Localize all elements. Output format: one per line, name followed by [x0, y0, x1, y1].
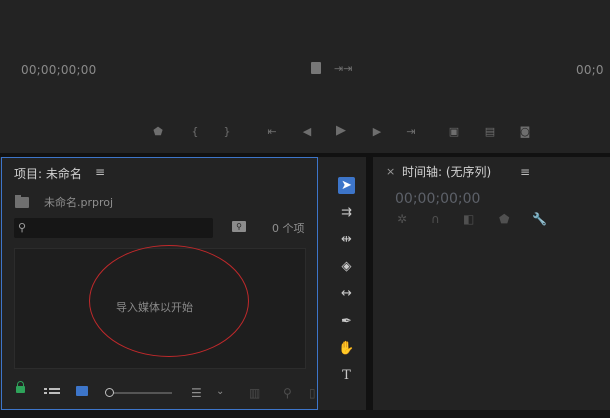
new-bin-icon[interactable]: ⚲	[232, 221, 246, 232]
lock-icon[interactable]	[16, 381, 25, 393]
new-item-icon[interactable]: ▯	[309, 386, 316, 400]
zoom-slider-handle[interactable]	[105, 388, 114, 397]
sort-icon[interactable]: ☰	[191, 386, 202, 400]
annotation-circle	[89, 245, 249, 357]
linked-selection-icon[interactable]: ◧	[463, 212, 474, 226]
wrench-icon[interactable]: 🔧	[532, 212, 547, 226]
search-input[interactable]: ⚲	[14, 218, 213, 238]
zoom-slider[interactable]	[112, 392, 172, 394]
pen-tool-icon[interactable]: ✒	[338, 313, 355, 330]
step-forward-icon[interactable]: ▶	[370, 125, 384, 139]
ripple-edit-tool-icon[interactable]: ⇹	[338, 231, 355, 248]
panel-divider-vertical[interactable]	[366, 157, 373, 410]
razor-tool-icon[interactable]: ◈	[338, 258, 355, 275]
search-icon: ⚲	[18, 221, 27, 234]
timeline-menu-icon[interactable]: ≡	[520, 165, 530, 179]
monitor-timecode-left[interactable]: 00;00;00;00	[21, 63, 96, 77]
find-icon[interactable]: ⚲	[283, 386, 292, 400]
item-count: 0 个项	[272, 222, 305, 235]
list-view-icon[interactable]	[44, 388, 60, 398]
add-marker-icon[interactable]: ⬟	[499, 212, 509, 226]
in-point-icon[interactable]: {	[190, 125, 200, 139]
timeline-timecode[interactable]: 00;00;00;00	[395, 191, 480, 207]
chevron-down-icon[interactable]: ⌄	[216, 386, 224, 397]
marker-icon[interactable]: ⬟	[152, 125, 164, 139]
selection-tool-icon[interactable]: ➤	[338, 177, 355, 194]
track-select-tool-icon[interactable]: ⇉	[338, 204, 355, 221]
monitor-settings-icon[interactable]	[311, 62, 321, 74]
close-icon[interactable]: ×	[386, 165, 395, 178]
camera-icon[interactable]: ◙	[516, 125, 534, 139]
nest-icon[interactable]: ✲	[397, 212, 407, 226]
type-tool-icon[interactable]: T	[338, 367, 355, 384]
icon-view-icon[interactable]	[76, 386, 88, 396]
out-point-icon[interactable]: }	[222, 125, 232, 139]
snap-icon[interactable]: ∩	[431, 212, 440, 226]
overwrite-icon[interactable]: ▤	[480, 125, 500, 139]
timeline-title[interactable]: 时间轴: (无序列)	[402, 163, 491, 180]
automate-sequence-icon[interactable]: ▥	[249, 386, 260, 400]
fit-zoom-icon[interactable]: ⇥⇥	[334, 62, 352, 76]
project-folder-icon	[15, 195, 29, 208]
status-bar	[0, 410, 610, 418]
hand-tool-icon[interactable]: ✋	[338, 340, 355, 357]
project-file-name: 未命名.prproj	[44, 196, 114, 209]
play-icon[interactable]: ▶	[334, 124, 348, 138]
slip-tool-icon[interactable]: ↔	[338, 285, 355, 302]
step-back-icon[interactable]: ◀	[300, 125, 314, 139]
project-panel-title[interactable]: 项目: 未命名	[14, 165, 82, 182]
project-menu-icon[interactable]: ≡	[95, 165, 105, 179]
tools-panel: ➤ ⇉ ⇹ ◈ ↔ ✒ ✋ T	[333, 172, 359, 394]
go-to-out-icon[interactable]: ⇥	[402, 125, 420, 139]
monitor-timecode-right[interactable]: 00;0	[576, 63, 604, 77]
insert-icon[interactable]: ▣	[444, 125, 464, 139]
go-to-in-icon[interactable]: ⇤	[263, 125, 281, 139]
